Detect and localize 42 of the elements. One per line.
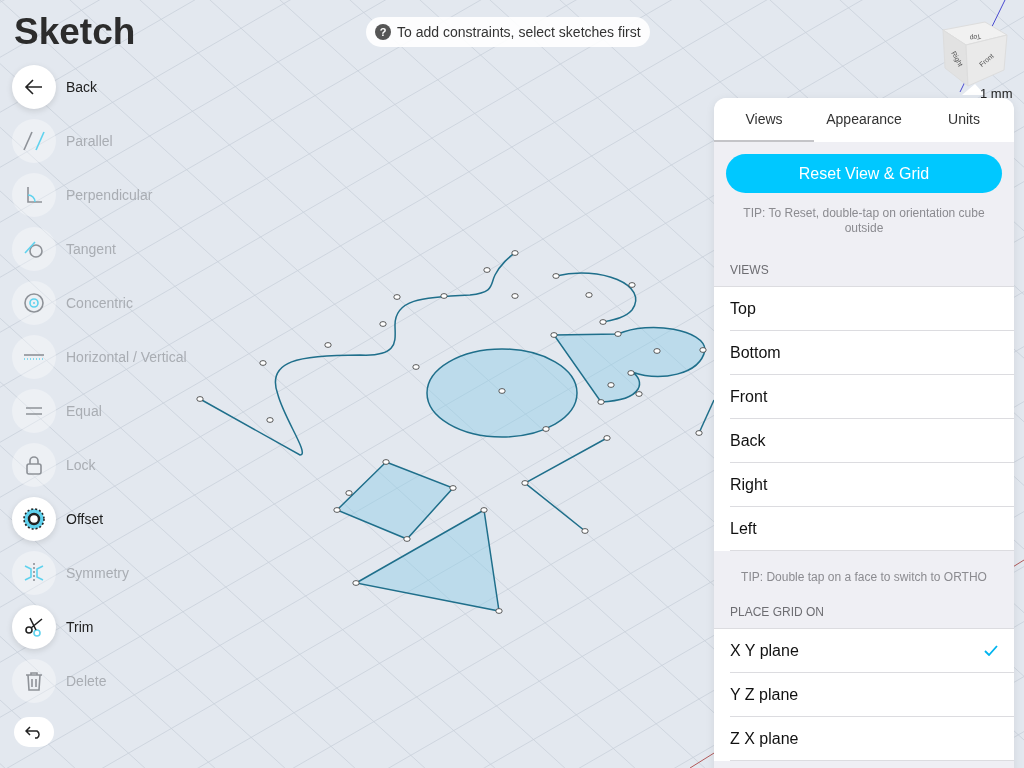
view-row[interactable]: Bottom <box>730 331 1014 375</box>
plane-row[interactable]: X Y plane <box>730 629 1014 673</box>
section-header: PLACE GRID ON <box>729 605 826 620</box>
plane-label: Y Z plane <box>730 685 799 704</box>
undo-icon <box>25 725 43 739</box>
reset-tip: TIP: To Reset, double-tap on orientation cube outside <box>742 206 986 236</box>
plane-row[interactable]: Z X plane <box>730 717 1014 761</box>
tool-label: Trim <box>66 619 94 635</box>
page-title: Sketch <box>14 12 136 52</box>
tool-label: Symmetry <box>66 565 129 581</box>
section-header: VIEWS <box>729 263 770 278</box>
parallel-icon <box>22 129 46 153</box>
tool-label: Delete <box>66 673 107 689</box>
plane-label: Z X plane <box>730 729 799 748</box>
view-row[interactable]: Left <box>730 507 1014 551</box>
ortho-tip: TIP: Double tap on a face to switch to ORTHO <box>740 570 988 585</box>
offset-icon <box>22 507 46 531</box>
undo-button[interactable] <box>14 717 54 747</box>
plane-label: X Y plane <box>730 641 799 660</box>
horizontal-line-icon <box>24 354 44 360</box>
panel-tab[interactable]: Views <box>714 98 814 142</box>
view-row[interactable]: Right <box>730 463 1014 507</box>
tool-label: Tangent <box>66 241 116 257</box>
help-icon: ? <box>375 24 391 40</box>
tool-label: Horizontal / Vertical <box>66 349 187 365</box>
concentric-icon <box>22 291 46 315</box>
tool-label: Perpendicular <box>66 187 153 203</box>
tool-label: Lock <box>66 457 96 473</box>
tool-item[interactable]: Offset <box>12 497 104 541</box>
panel-tab[interactable]: Units <box>914 98 1014 142</box>
view-row[interactable]: Back <box>730 419 1014 463</box>
tool-label: Offset <box>66 511 104 527</box>
tool-label: Equal <box>66 403 102 419</box>
tool-label: Back <box>66 79 98 95</box>
scale-label: 1 mm <box>980 86 1013 101</box>
panel-tab[interactable]: Appearance <box>814 98 914 142</box>
view-row[interactable]: Front <box>730 375 1014 419</box>
plane-row[interactable]: Y Z plane <box>730 673 1014 717</box>
tool-label: Parallel <box>66 133 113 149</box>
tool-label: Concentric <box>66 295 133 311</box>
hint-text: To add constraints, select sketches first <box>397 24 641 40</box>
view-row[interactable]: Top <box>730 287 1014 331</box>
